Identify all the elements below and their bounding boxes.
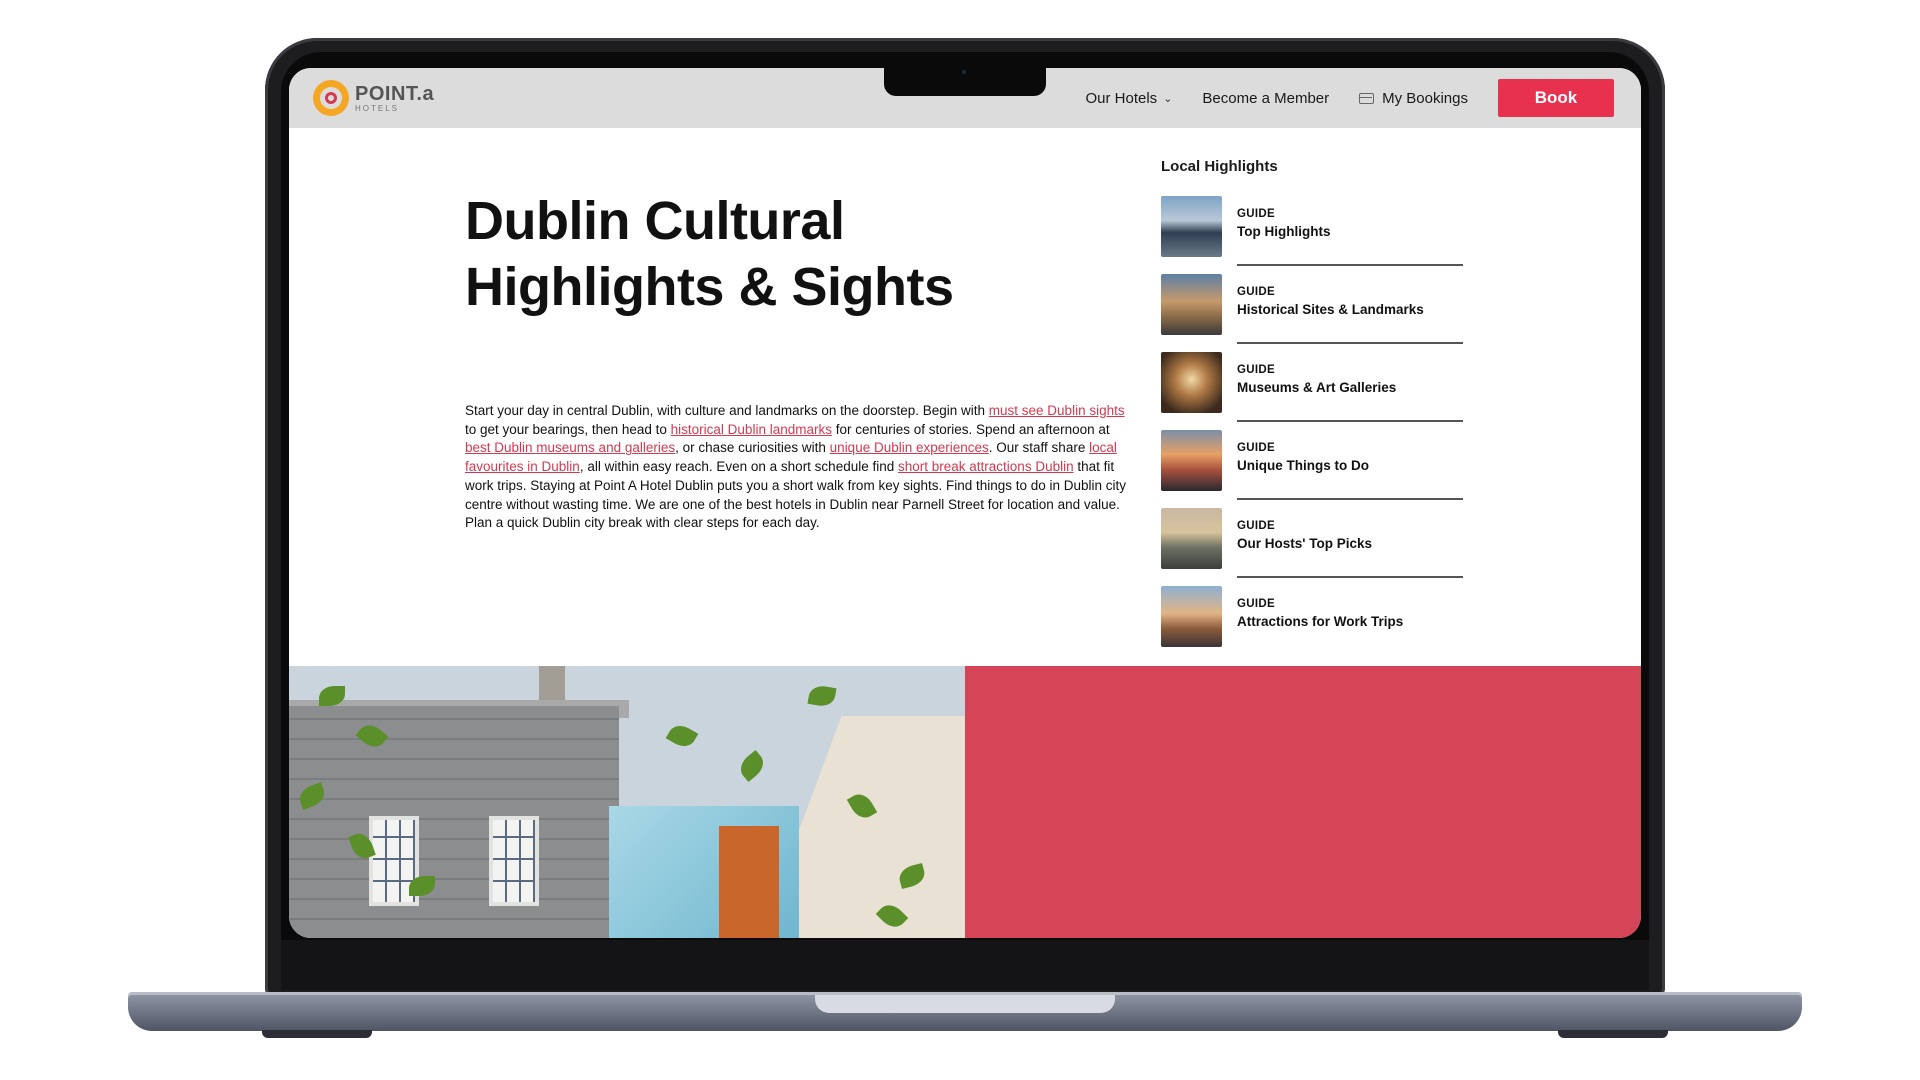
highlight-text: GUIDE Museums & Art Galleries [1237,364,1396,395]
highlight-thumbnail [1161,430,1222,491]
highlight-kind: GUIDE [1237,520,1275,532]
highlight-item-hosts-picks[interactable]: GUIDE Our Hosts' Top Picks [1161,508,1463,586]
highlight-thumbnail [1161,508,1222,569]
card-icon [1359,92,1375,104]
nav-my-bookings-label: My Bookings [1382,89,1468,107]
photo-leaf [735,749,769,783]
laptop-opening-groove [815,995,1115,1013]
book-button[interactable]: Book [1498,79,1614,117]
nav-become-member[interactable]: Become a Member [1202,90,1329,107]
screen: POINT.a HOTELS Our Hotels ⌄ Become a Mem… [289,68,1641,938]
photo-window [489,816,539,906]
highlight-kind: GUIDE [1237,364,1275,376]
main-nav: Our Hotels ⌄ Become a Member My Bookings… [1085,68,1641,128]
photo-leaf [807,683,837,709]
intro-text: for centuries of stories. Spend an after… [831,421,1110,437]
divider [1237,264,1463,266]
intro-text: to get your bearings, then head to [465,421,671,437]
highlight-text: GUIDE Unique Things to Do [1237,442,1369,473]
highlight-item-top-highlights[interactable]: GUIDE Top Highlights [1161,196,1463,274]
laptop-foot-left [262,1030,372,1038]
logo-name: POINT.a [355,82,435,105]
intro-text: , all within easy reach. Even on a short… [579,459,898,475]
link-unique-experiences[interactable]: unique Dublin experiences [830,440,989,455]
highlight-label: Our Hosts' Top Picks [1237,536,1372,551]
highlight-item-historical-sites[interactable]: GUIDE Historical Sites & Landmarks [1161,274,1463,352]
highlight-label: Unique Things to Do [1237,458,1369,473]
photo-leaf [665,720,699,752]
highlight-label: Top Highlights [1237,224,1331,239]
highlight-kind: GUIDE [1237,442,1275,454]
logo-text: POINT.a HOTELS [355,84,434,113]
highlight-label: Attractions for Work Trips [1237,614,1404,629]
nav-our-hotels[interactable]: Our Hotels ⌄ [1085,90,1172,107]
highlight-text: GUIDE Top Highlights [1237,208,1330,239]
logo[interactable]: POINT.a HOTELS [313,80,434,116]
page-title-line-2: Highlights & Sights [465,257,954,317]
highlight-thumbnail [1161,352,1222,413]
highlight-kind: GUIDE [1237,598,1275,610]
highlight-item-unique-things[interactable]: GUIDE Unique Things to Do [1161,430,1463,508]
highlights-title: Local Highlights [1161,158,1278,175]
highlight-thumbnail [1161,274,1222,335]
intro-text: Start your day in central Dublin, with c… [465,403,989,418]
nav-become-member-label: Become a Member [1202,89,1330,107]
laptop-foot-right [1558,1030,1668,1038]
hero-photo [289,666,965,938]
divider [1237,498,1463,500]
page-title: Dublin Cultural Highlights & Sights [465,188,1025,320]
logo-sub: HOTELS [355,103,400,113]
laptop-chin [281,940,1649,990]
highlight-item-museums[interactable]: GUIDE Museums & Art Galleries [1161,352,1463,430]
photo-stone-building [289,706,619,938]
link-must-see-sights[interactable]: must see Dublin sights [989,403,1125,418]
photo-orange-panel [719,826,779,938]
highlight-thumbnail [1161,196,1222,257]
highlight-item-work-trips[interactable]: GUIDE Attractions for Work Trips [1161,586,1463,664]
nav-my-bookings[interactable]: My Bookings [1359,90,1468,107]
divider [1237,576,1463,578]
highlight-thumbnail [1161,586,1222,647]
red-panel [965,666,1641,938]
logo-mark-icon [313,80,349,116]
page-title-line-1: Dublin Cultural [465,191,845,251]
highlight-kind: GUIDE [1237,208,1275,220]
chevron-down-icon: ⌄ [1163,92,1173,105]
link-historical-landmarks[interactable]: historical Dublin landmarks [671,422,832,437]
camera-notch [884,68,1046,96]
link-short-break-attractions[interactable]: short break attractions Dublin [898,459,1074,474]
intro-paragraph: Start your day in central Dublin, with c… [465,402,1137,533]
intro-text: . Our staff share [988,440,1090,456]
highlight-label: Historical Sites & Landmarks [1237,302,1424,317]
camera-icon [962,70,966,74]
highlight-label: Museums & Art Galleries [1237,380,1397,395]
nav-our-hotels-label: Our Hotels [1085,89,1158,107]
divider [1237,342,1463,344]
highlight-text: GUIDE Our Hosts' Top Picks [1237,520,1372,551]
link-museums-galleries[interactable]: best Dublin museums and galleries [465,440,675,455]
highlight-text: GUIDE Attractions for Work Trips [1237,598,1403,629]
highlight-kind: GUIDE [1237,286,1275,298]
intro-text: , or chase curiosities with [675,440,830,456]
highlights-list: GUIDE Top Highlights GUIDE Historical Si… [1161,196,1463,664]
highlight-text: GUIDE Historical Sites & Landmarks [1237,286,1424,317]
divider [1237,420,1463,422]
